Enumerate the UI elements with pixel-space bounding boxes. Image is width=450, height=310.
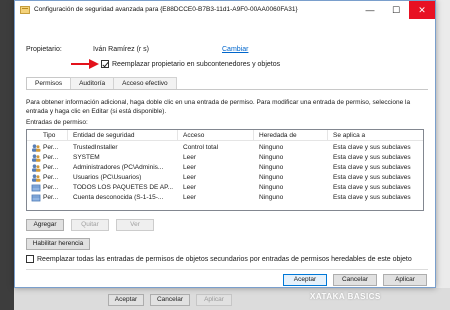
red-arrow-icon (71, 59, 99, 69)
table-row[interactable]: Per... SYSTEM Leer Ninguno Esta clave y … (27, 153, 423, 163)
table-row[interactable]: Per... Usuarios (PC\Usuarios) Leer Ningu… (27, 173, 423, 183)
window-title: Configuración de seguridad avanzada para… (34, 6, 298, 13)
minimize-button[interactable]: — (357, 1, 383, 19)
watermark-logo: XATAKA BASICS (310, 292, 381, 301)
row-heredada: Ninguno (259, 174, 284, 181)
row-tipo: Per... (43, 164, 59, 171)
row-acceso: Leer (183, 164, 197, 171)
row-aplica: Esta clave y sus subclaves (333, 194, 411, 201)
table-row[interactable]: Per... Cuenta desconocida (S-1-15-... Le… (27, 193, 423, 203)
close-button[interactable]: ✕ (409, 1, 435, 19)
advanced-security-dialog: Configuración de seguridad avanzada para… (14, 0, 436, 288)
row-tipo: Per... (43, 184, 59, 191)
replace-owner-row[interactable]: Reemplazar propietario en subcontenedore… (101, 60, 280, 68)
package-icon (31, 194, 41, 202)
background-ok-button[interactable]: Aceptar (108, 294, 144, 306)
row-acceso: Leer (183, 194, 197, 201)
column-separator (67, 130, 68, 141)
enable-inheritance-button[interactable]: Habilitar herencia (26, 238, 90, 250)
row-heredada: Ninguno (259, 194, 284, 201)
row-acceso: Leer (183, 184, 197, 191)
background-cancel-button[interactable]: Cancelar (150, 294, 190, 306)
tab-acceso-efectivo[interactable]: Acceso efectivo (113, 77, 177, 89)
users-icon (32, 174, 41, 182)
row-entidad: Administradores (PC\Adminis... (73, 164, 164, 171)
replace-owner-label: Reemplazar propietario en subcontenedore… (112, 60, 281, 68)
users-icon (32, 154, 41, 162)
row-entidad: SYSTEM (73, 154, 100, 161)
table-row[interactable]: Per... TrustedInstaller Control total Ni… (27, 143, 423, 153)
row-acceso: Leer (183, 154, 197, 161)
row-heredada: Ninguno (259, 154, 284, 161)
tab-auditoria[interactable]: Auditoría (70, 77, 115, 89)
row-heredada: Ninguno (259, 144, 284, 151)
entries-label: Entradas de permiso: (26, 119, 88, 126)
view-button[interactable]: Ver (116, 219, 154, 231)
background-desktop-strip (0, 0, 14, 310)
info-text: Para obtener información adicional, haga… (26, 99, 411, 115)
cancel-button[interactable]: Cancelar (333, 274, 377, 286)
owner-label: Propietario: (26, 46, 62, 53)
replace-owner-checkbox[interactable] (101, 60, 109, 68)
column-header-heredada[interactable]: Heredada de (259, 132, 297, 139)
replace-all-checkbox[interactable] (26, 255, 34, 263)
tab-strip: Permisos Auditoría Acceso efectivo (26, 77, 177, 90)
maximize-button[interactable]: ☐ (383, 1, 409, 19)
replace-all-label: Reemplazar todas las entradas de permiso… (37, 255, 412, 263)
remove-button[interactable]: Quitar (71, 219, 109, 231)
ok-button[interactable]: Aceptar (283, 274, 327, 286)
row-aplica: Esta clave y sus subclaves (333, 144, 411, 151)
column-separator (327, 130, 328, 141)
permission-entries-list[interactable]: Tipo Entidad de seguridad Acceso Heredad… (26, 129, 424, 211)
replace-all-row[interactable]: Reemplazar todas las entradas de permiso… (26, 255, 412, 263)
package-icon (31, 184, 41, 192)
apply-button[interactable]: Aplicar (383, 274, 427, 286)
column-header-acceso[interactable]: Acceso (183, 132, 204, 139)
table-row[interactable]: Per... Administradores (PC\Adminis... Le… (27, 163, 423, 173)
row-tipo: Per... (43, 154, 59, 161)
row-heredada: Ninguno (259, 164, 284, 171)
row-acceso: Control total (183, 144, 219, 151)
table-row[interactable]: Per... TODOS LOS PAQUETES DE AP... Leer … (27, 183, 423, 193)
row-entidad: TODOS LOS PAQUETES DE AP... (73, 184, 174, 191)
row-aplica: Esta clave y sus subclaves (333, 164, 411, 171)
column-header-tipo[interactable]: Tipo (43, 132, 55, 139)
row-heredada: Ninguno (259, 184, 284, 191)
row-aplica: Esta clave y sus subclaves (333, 154, 411, 161)
row-entidad: Cuenta desconocida (S-1-15-... (73, 194, 164, 201)
security-shield-icon (20, 6, 30, 14)
background-apply-button[interactable]: Aplicar (196, 294, 232, 306)
title-bar[interactable]: Configuración de seguridad avanzada para… (15, 1, 435, 19)
users-icon (32, 164, 41, 172)
column-separator (177, 130, 178, 141)
row-tipo: Per... (43, 174, 59, 181)
row-entidad: Usuarios (PC\Usuarios) (73, 174, 142, 181)
column-separator (253, 130, 254, 141)
users-icon (32, 144, 41, 152)
column-header-entidad[interactable]: Entidad de seguridad (73, 132, 134, 139)
list-header: Tipo Entidad de seguridad Acceso Heredad… (27, 130, 423, 141)
row-entidad: TrustedInstaller (73, 144, 118, 151)
row-aplica: Esta clave y sus subclaves (333, 174, 411, 181)
row-aplica: Esta clave y sus subclaves (333, 184, 411, 191)
background-dialog-footer (14, 288, 450, 310)
row-tipo: Per... (43, 144, 59, 151)
footer-divider (26, 269, 428, 270)
column-header-aplica[interactable]: Se aplica a (333, 132, 365, 139)
row-acceso: Leer (183, 174, 197, 181)
owner-value: Iván Ramírez (r s) (93, 46, 150, 53)
change-owner-link[interactable]: Cambiar (222, 46, 248, 53)
row-tipo: Per... (43, 194, 59, 201)
add-button[interactable]: Agregar (26, 219, 64, 231)
